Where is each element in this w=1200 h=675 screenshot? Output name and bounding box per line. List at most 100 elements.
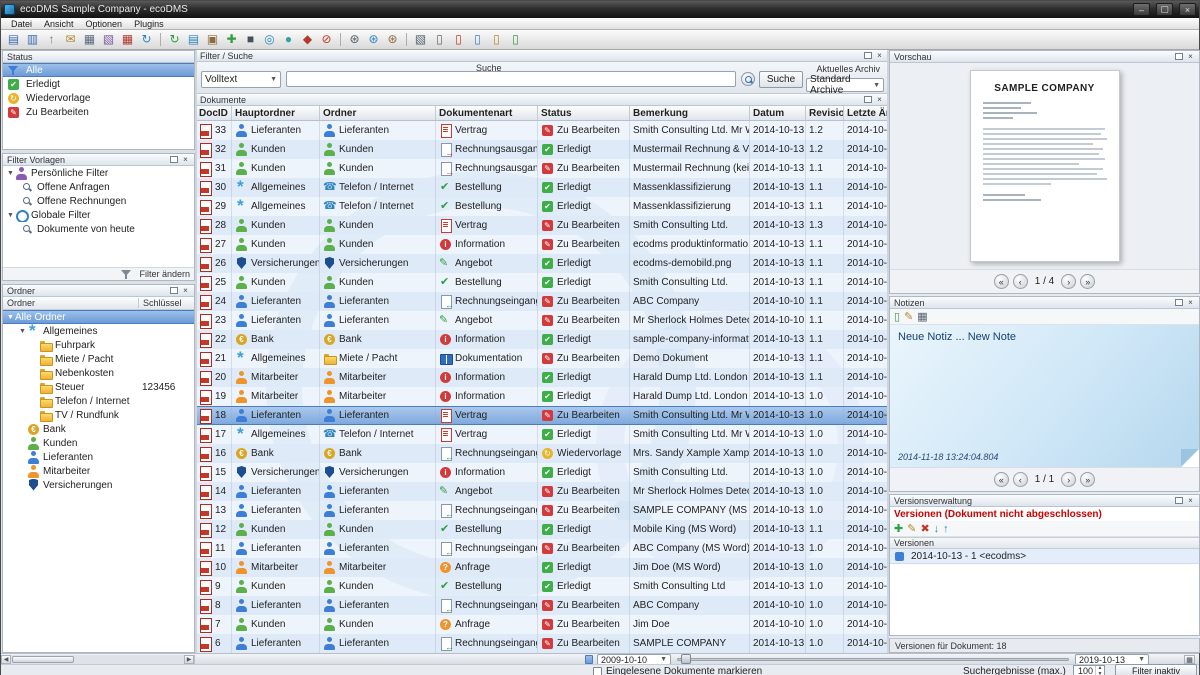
clipboard-icon[interactable]: ▧: [412, 31, 429, 48]
version-item[interactable]: 2014-10-13 - 1 <ecodms>: [890, 549, 1199, 564]
print-icon[interactable]: ▦: [81, 31, 98, 48]
table-row[interactable]: 26VersicherungenVersicherungenAngebotErl…: [196, 254, 888, 273]
float-panel-icon[interactable]: [864, 96, 872, 103]
column-header-docid[interactable]: DocID: [196, 106, 232, 120]
delete-version-icon[interactable]: ✖: [920, 522, 929, 536]
table-row[interactable]: 9KundenKundenBestellungErledigtSmith Con…: [196, 577, 888, 596]
spinner-arrows-icon[interactable]: ▲▼: [1095, 666, 1104, 675]
layout-grid-icon[interactable]: ▦: [1184, 655, 1195, 664]
folder-item-tv-rundfunk[interactable]: TV / Rundfunk: [3, 408, 194, 422]
preview-first-page-button[interactable]: «: [994, 274, 1009, 289]
expander-icon[interactable]: ▼: [6, 212, 15, 219]
date-slider-track[interactable]: [677, 658, 1069, 661]
add-user-icon[interactable]: ✚: [223, 31, 240, 48]
table-row[interactable]: 15VersicherungenVersicherungenInformatio…: [196, 463, 888, 482]
column-header-datum[interactable]: Datum: [750, 106, 806, 120]
column-header-letzte-nderung[interactable]: Letzte Änderung: [844, 106, 888, 120]
expander-icon[interactable]: ▼: [6, 314, 15, 321]
table-row[interactable]: 13LieferantenLieferantenRechnungseingang…: [196, 501, 888, 520]
filter-item-offene-rechnungen[interactable]: Offene Rechnungen: [3, 194, 194, 208]
scan-checkbox[interactable]: [593, 667, 602, 675]
status-item-zu-bearbeiten[interactable]: Zu Bearbeiten: [3, 105, 194, 119]
filter-change-link[interactable]: Filter ändern: [139, 269, 190, 279]
close-panel-icon[interactable]: ×: [181, 286, 190, 295]
table-row[interactable]: 21AllgemeinesMiete / PachtDokumentationZ…: [196, 349, 888, 368]
float-panel-icon[interactable]: [1175, 497, 1183, 504]
column-header-bemerkung[interactable]: Bemerkung: [630, 106, 750, 120]
search-button[interactable]: Suche: [759, 71, 803, 88]
splitter[interactable]: [887, 50, 889, 653]
filter-group-pers-nliche-filter[interactable]: ▼Persönliche Filter: [3, 166, 194, 180]
monitor-icon[interactable]: ■: [242, 31, 259, 48]
folder-item-miete-pacht[interactable]: Miete / Pacht: [3, 352, 194, 366]
user-settings-icon[interactable]: ⊛: [365, 31, 382, 48]
filter-group-globale-filter[interactable]: ▼Globale Filter: [3, 208, 194, 222]
system-settings-icon[interactable]: ⊛: [384, 31, 401, 48]
table-row[interactable]: 30AllgemeinesTelefon / InternetBestellun…: [196, 178, 888, 197]
float-panel-icon[interactable]: [864, 52, 872, 59]
float-panel-icon[interactable]: [170, 156, 178, 163]
folder-item-allgemeines[interactable]: ▼Allgemeines: [3, 324, 194, 338]
archive-dropdown[interactable]: Standard Archive ▼: [806, 78, 884, 92]
inbox-icon[interactable]: ▣: [204, 31, 221, 48]
upload-version-icon[interactable]: ↑: [943, 522, 949, 536]
calendar-icon[interactable]: ▦: [119, 31, 136, 48]
close-panel-icon[interactable]: ×: [875, 51, 884, 60]
table-row[interactable]: 19MitarbeiterMitarbeiterInformationErled…: [196, 387, 888, 406]
status-item-erledigt[interactable]: Erledigt: [3, 77, 194, 91]
table-row[interactable]: 28KundenKundenVertragZu BearbeitenSmith …: [196, 216, 888, 235]
preview-prev-page-button[interactable]: ‹: [1013, 274, 1028, 289]
column-header-ordner[interactable]: Ordner: [320, 106, 436, 120]
email-icon[interactable]: ✉: [62, 31, 79, 48]
float-panel-icon[interactable]: [1175, 299, 1183, 306]
folder-item-nebenkosten[interactable]: Nebenkosten: [3, 366, 194, 380]
notes-first-page-button[interactable]: «: [994, 472, 1009, 487]
edit-note-icon[interactable]: ✎: [904, 310, 913, 324]
table-row[interactable]: 7KundenKundenAnfrageZu BearbeitenJim Doe…: [196, 615, 888, 634]
print-note-icon[interactable]: ▦: [917, 310, 927, 324]
edit-version-icon[interactable]: ✎: [907, 522, 916, 536]
menu-item-plugins[interactable]: Plugins: [128, 19, 170, 29]
close-panel-icon[interactable]: ×: [1186, 298, 1195, 307]
new-document-icon[interactable]: ▯: [431, 31, 448, 48]
table-row[interactable]: 29AllgemeinesTelefon / InternetBestellun…: [196, 197, 888, 216]
column-header-status[interactable]: Status: [538, 106, 630, 120]
download-version-icon[interactable]: ↓: [934, 522, 940, 536]
date-slider-handle[interactable]: [681, 654, 691, 664]
results-spinner[interactable]: 100 ▲▼: [1073, 665, 1105, 675]
folder-item-lieferanten[interactable]: Lieferanten: [3, 450, 194, 464]
table-row[interactable]: 18LieferantenLieferantenVertragZu Bearbe…: [196, 406, 888, 425]
folder-item-fuhrpark[interactable]: Fuhrpark: [3, 338, 194, 352]
notes-next-page-button[interactable]: ›: [1061, 472, 1076, 487]
table-row[interactable]: 11LieferantenLieferantenRechnungseingang…: [196, 539, 888, 558]
column-header-hauptordner[interactable]: Hauptordner: [232, 106, 320, 120]
table-row[interactable]: 12KundenKundenBestellungErledigtMobile K…: [196, 520, 888, 539]
menu-item-optionen[interactable]: Optionen: [80, 19, 129, 29]
add-version-icon[interactable]: ✚: [894, 522, 903, 536]
note-area[interactable]: Neue Notiz ... New Note 2014-11-18 13:24…: [890, 325, 1199, 467]
globe-icon[interactable]: ●: [280, 31, 297, 48]
notes-prev-page-button[interactable]: ‹: [1013, 472, 1028, 487]
splitter[interactable]: [195, 50, 197, 653]
notes-last-page-button[interactable]: »: [1080, 472, 1095, 487]
folder-item-versicherungen[interactable]: Versicherungen: [3, 478, 194, 492]
export-icon[interactable]: ↑: [43, 31, 60, 48]
table-row[interactable]: 17AllgemeinesTelefon / InternetVertragEr…: [196, 425, 888, 444]
close-panel-icon[interactable]: ×: [1186, 496, 1195, 505]
filter-item-dokumente-von-heute[interactable]: Dokumente von heute: [3, 222, 194, 236]
column-header-revision[interactable]: Revision: [806, 106, 844, 120]
folder-item-mitarbeiter[interactable]: Mitarbeiter: [3, 464, 194, 478]
preview-last-page-button[interactable]: »: [1080, 274, 1095, 289]
table-row[interactable]: 27KundenKundenInformationZu Bearbeitenec…: [196, 235, 888, 254]
close-panel-icon[interactable]: ×: [1186, 52, 1195, 61]
filter-inactive-button[interactable]: Filter inaktiv: [1115, 664, 1197, 675]
table-row[interactable]: 10MitarbeiterMitarbeiterAnfrageErledigtJ…: [196, 558, 888, 577]
range-slider-handle[interactable]: [585, 655, 593, 664]
table-row[interactable]: 31KundenKundenRechnungsausgangZu Bearbei…: [196, 159, 888, 178]
scroll-right-icon[interactable]: ▶: [184, 655, 194, 664]
stop-icon[interactable]: ⊘: [318, 31, 335, 48]
table-row[interactable]: 24LieferantenLieferantenRechnungseingang…: [196, 292, 888, 311]
expander-icon[interactable]: ▼: [18, 328, 27, 335]
preview-page[interactable]: SAMPLE COMPANY: [970, 70, 1120, 262]
column-header-schluessel[interactable]: Schlüssel: [138, 298, 194, 308]
